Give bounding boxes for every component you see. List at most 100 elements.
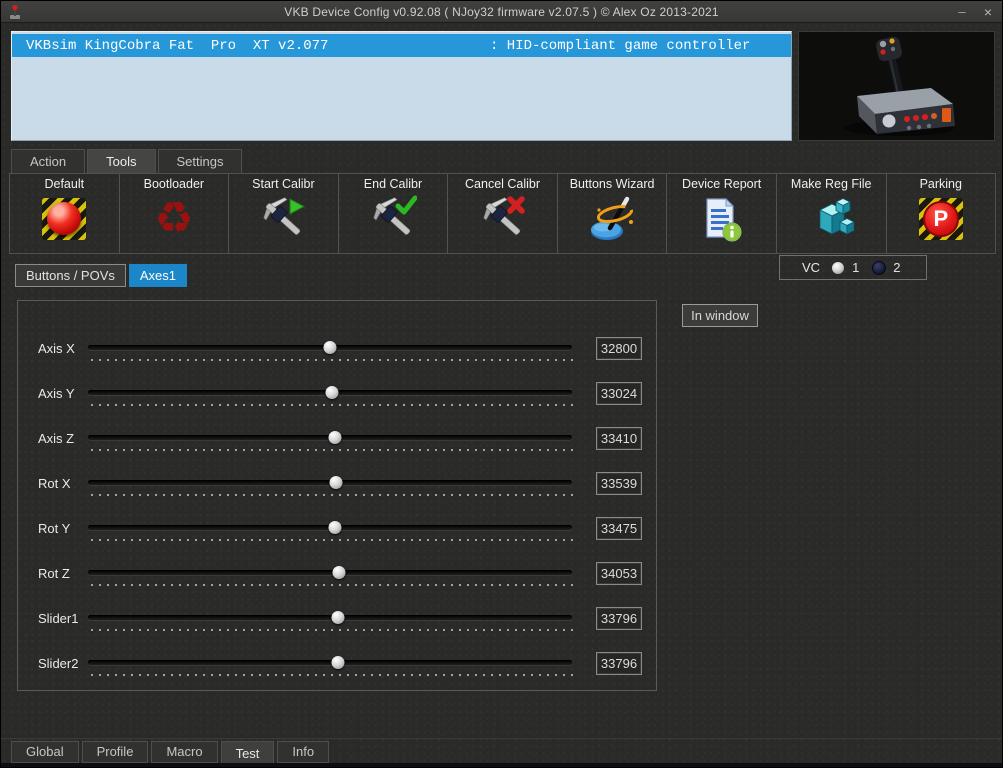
toolbar: Default Bootloader ♻ Start Calibr End Ca… (9, 173, 996, 254)
axis-row-slider2: Slider2 33796 (18, 652, 656, 692)
buttons-wizard-button[interactable]: Buttons Wizard (556, 174, 667, 253)
axis-value: 33796 (596, 652, 642, 675)
window-title: VKB Device Config v0.92.08 ( NJoy32 firm… (284, 4, 719, 19)
close-button[interactable]: × (980, 1, 996, 23)
recycle-icon: ♻ (154, 193, 194, 244)
axis-slider-thumb[interactable] (328, 521, 342, 534)
axis-slider-thumb[interactable] (332, 566, 346, 579)
vc2-label: 2 (893, 260, 901, 275)
cancel-calibr-button[interactable]: Cancel Calibr (447, 174, 557, 253)
hazard-red-button-icon (39, 193, 89, 245)
axis-slider-thumb[interactable] (328, 431, 342, 444)
vc-label: VC (802, 260, 821, 275)
axis-value: 34053 (596, 562, 642, 585)
axis-row-z: Axis Z 33410 (18, 427, 656, 467)
axis-value: 33024 (596, 382, 642, 405)
device-report-button[interactable]: Device Report (666, 174, 776, 253)
axis-label: Axis X (38, 341, 75, 356)
default-button[interactable]: Default (10, 174, 119, 253)
app-window: VKB Device Config v0.92.08 ( NJoy32 firm… (0, 0, 1003, 768)
caliper-cross-icon (478, 193, 528, 245)
axis-slider-thumb[interactable] (331, 611, 345, 624)
vc-group: VC 1 2 (779, 255, 927, 280)
in-window-button[interactable]: In window (682, 304, 758, 327)
minimize-button[interactable]: – (954, 1, 970, 23)
axis-row-slider1: Slider1 33796 (18, 607, 656, 647)
axis-slider[interactable] (88, 521, 572, 534)
vc1-label: 1 (852, 260, 860, 275)
tab-settings[interactable]: Settings (157, 149, 243, 174)
window-bottom-strip (1, 763, 1002, 767)
axis-row-x: Axis X 32800 (18, 337, 656, 377)
axis-slider-thumb[interactable] (325, 386, 339, 399)
parking-icon: P (916, 193, 966, 245)
axis-row-ry: Rot Y 33475 (18, 517, 656, 557)
axis-label: Rot Y (38, 521, 71, 536)
vc2-radio[interactable] (872, 260, 887, 275)
registry-cubes-icon (806, 193, 856, 245)
axis-tick-dots (88, 674, 574, 676)
axis-value: 33539 (596, 472, 642, 495)
title-bar: VKB Device Config v0.92.08 ( NJoy32 firm… (1, 1, 1002, 23)
axis-label: Axis Y (38, 386, 75, 401)
device-list-item-selected[interactable]: VKBsim KingCobra Fat Pro XT v2.077 : HID… (12, 34, 791, 57)
axis-label: Slider1 (38, 611, 79, 626)
axis-slider[interactable] (88, 656, 572, 669)
caliper-play-icon (258, 193, 308, 245)
axis-slider[interactable] (88, 341, 572, 354)
axis-row-rz: Rot Z 34053 (18, 562, 656, 602)
axis-label: Axis Z (38, 431, 75, 446)
tab-profile[interactable]: Profile (81, 741, 149, 763)
axis-tick-dots (88, 449, 574, 451)
axis-slider[interactable] (88, 386, 572, 399)
axis-slider-thumb[interactable] (323, 341, 337, 354)
axis-row-rx: Rot X 33539 (18, 472, 656, 512)
start-calibr-button[interactable]: Start Calibr (228, 174, 338, 253)
device-name: VKBsim KingCobra Fat Pro XT v2.077 (26, 37, 329, 54)
axis-tick-dots (88, 584, 574, 586)
axis-slider-thumb[interactable] (329, 476, 343, 489)
axis-row-y: Axis Y 33024 (18, 382, 656, 422)
axes-panel: Axis X 32800 Axis Y 33024 Axis Z 33410 R… (17, 300, 657, 691)
tab-test[interactable]: Test (220, 741, 275, 764)
tab-tools[interactable]: Tools (87, 149, 156, 174)
tab-buttons-povs[interactable]: Buttons / POVs (15, 264, 126, 287)
axis-slider[interactable] (88, 566, 572, 579)
axis-slider-thumb[interactable] (331, 656, 345, 669)
main-tab-bar: Action Tools Settings (11, 149, 244, 174)
axis-tick-dots (88, 494, 574, 496)
axis-tick-dots (88, 359, 574, 361)
tab-axes1[interactable]: Axes1 (128, 264, 188, 287)
bootloader-button[interactable]: Bootloader ♻ (118, 174, 229, 253)
bottom-separator (1, 738, 1002, 739)
device-list: VKBsim KingCobra Fat Pro XT v2.077 : HID… (11, 31, 792, 141)
tab-macro[interactable]: Macro (151, 741, 218, 763)
bottom-tab-bar: Global Profile Macro Test Info (11, 741, 332, 764)
axis-value: 33796 (596, 607, 642, 630)
tab-action[interactable]: Action (11, 149, 86, 174)
magic-wand-icon (587, 193, 637, 245)
device-type: : HID-compliant game controller (490, 37, 751, 54)
vc1-radio[interactable] (831, 260, 846, 275)
make-reg-file-button[interactable]: Make Reg File (775, 174, 886, 253)
axis-slider[interactable] (88, 611, 572, 624)
end-calibr-button[interactable]: End Calibr (337, 174, 448, 253)
axis-label: Slider2 (38, 656, 79, 671)
axis-tick-dots (88, 629, 574, 631)
device-photo (798, 31, 995, 141)
tab-info[interactable]: Info (277, 741, 330, 763)
axis-slider[interactable] (88, 476, 572, 489)
parking-button[interactable]: Parking P (885, 174, 996, 253)
joystick-image (844, 36, 955, 136)
axis-value: 33410 (596, 427, 642, 450)
axis-tick-dots (88, 539, 574, 541)
axis-value: 32800 (596, 337, 642, 360)
tab-global[interactable]: Global (11, 741, 79, 763)
axis-tick-dots (88, 404, 574, 406)
caliper-check-icon (368, 193, 418, 245)
axis-label: Rot Z (38, 566, 70, 581)
axis-slider[interactable] (88, 431, 572, 444)
axis-label: Rot X (38, 476, 71, 491)
view-tab-bar: Buttons / POVs Axes1 (15, 264, 190, 287)
axis-value: 33475 (596, 517, 642, 540)
